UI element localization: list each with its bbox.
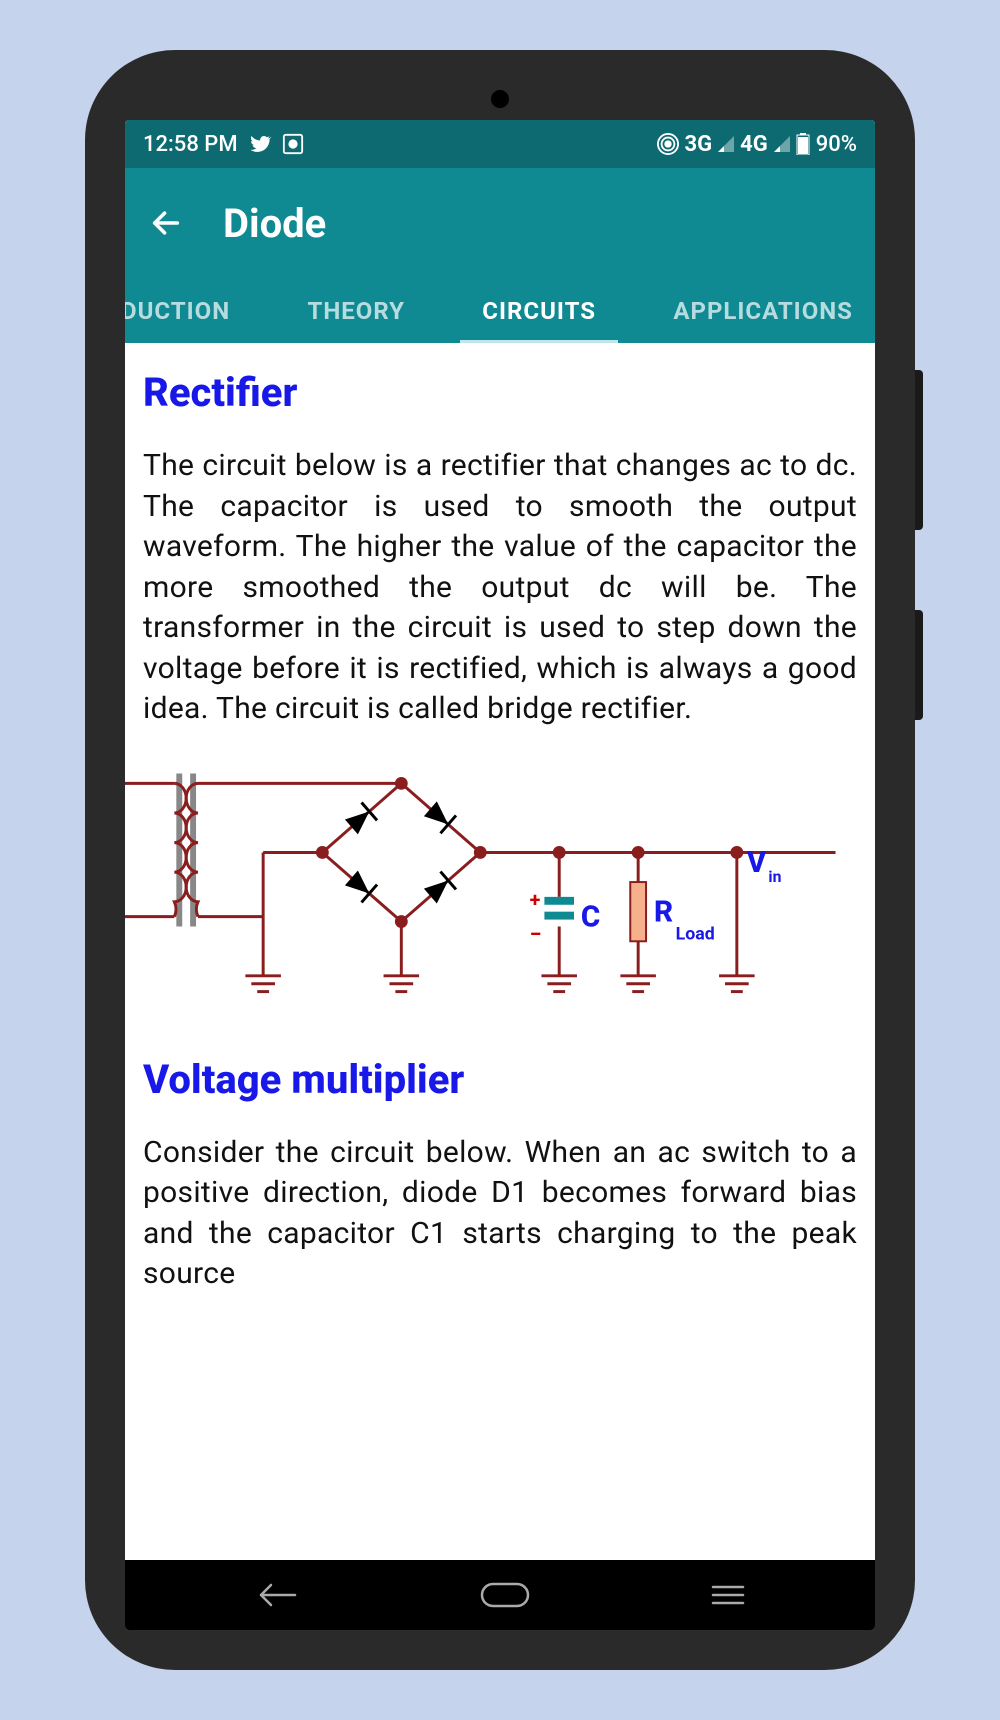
- diagram-minus: −: [530, 922, 542, 947]
- diagram-load-label: Load: [676, 924, 715, 944]
- section-title-rectifier: Rectifier: [143, 369, 857, 416]
- nav-back-button[interactable]: [255, 1580, 299, 1610]
- rectifier-circuit-diagram: + − C R Load V in: [125, 742, 875, 1032]
- section-body-rectifier: The circuit below is a rectifier that ch…: [143, 446, 857, 730]
- diagram-r-label: R: [654, 895, 673, 929]
- phone-speaker: [491, 90, 509, 108]
- section-title-voltage-multiplier: Voltage multiplier: [143, 1056, 857, 1103]
- signal-2-icon: [774, 136, 790, 152]
- diagram-plus: +: [530, 888, 541, 911]
- battery-text: 90%: [816, 132, 857, 157]
- tab-introduction[interactable]: DUCTION: [125, 279, 252, 343]
- app-bar: Diode: [125, 168, 875, 278]
- android-nav-bar: [125, 1560, 875, 1630]
- section-body-voltage-multiplier: Consider the circuit below. When an ac s…: [143, 1133, 857, 1295]
- diagram-in-label: in: [768, 867, 781, 886]
- diagram-c-label: C: [581, 900, 600, 934]
- signal-1-icon: [718, 136, 734, 152]
- record-icon: [282, 133, 304, 155]
- phone-side-button-1: [915, 370, 923, 530]
- twitter-icon: [248, 132, 272, 156]
- phone-side-button-2: [915, 610, 923, 720]
- screen: 12:58 PM 3G 4G: [125, 120, 875, 1630]
- network-4g-label: 4G: [740, 132, 768, 157]
- tab-circuits[interactable]: CIRCUITS: [460, 279, 618, 343]
- phone-frame: 12:58 PM 3G 4G: [85, 50, 915, 1670]
- tab-theory[interactable]: THEORY: [285, 279, 427, 343]
- status-right: 3G 4G 90%: [657, 132, 857, 157]
- status-bar: 12:58 PM 3G 4G: [125, 120, 875, 168]
- clock-text: 12:58 PM: [143, 132, 238, 157]
- back-button[interactable]: [149, 206, 183, 240]
- tab-bar: DUCTION THEORY CIRCUITS APPLICATIONS: [125, 278, 875, 343]
- status-left: 12:58 PM: [143, 132, 304, 157]
- battery-icon: [796, 133, 810, 155]
- page-title: Diode: [223, 200, 326, 247]
- network-3g-label: 3G: [685, 132, 713, 157]
- nav-recent-button[interactable]: [711, 1583, 745, 1607]
- diagram-v-label: V: [747, 846, 767, 880]
- content-area[interactable]: Rectifier The circuit below is a rectifi…: [125, 343, 875, 1560]
- tab-applications[interactable]: APPLICATIONS: [651, 279, 875, 343]
- hotspot-icon: [657, 133, 679, 155]
- nav-home-button[interactable]: [480, 1582, 530, 1608]
